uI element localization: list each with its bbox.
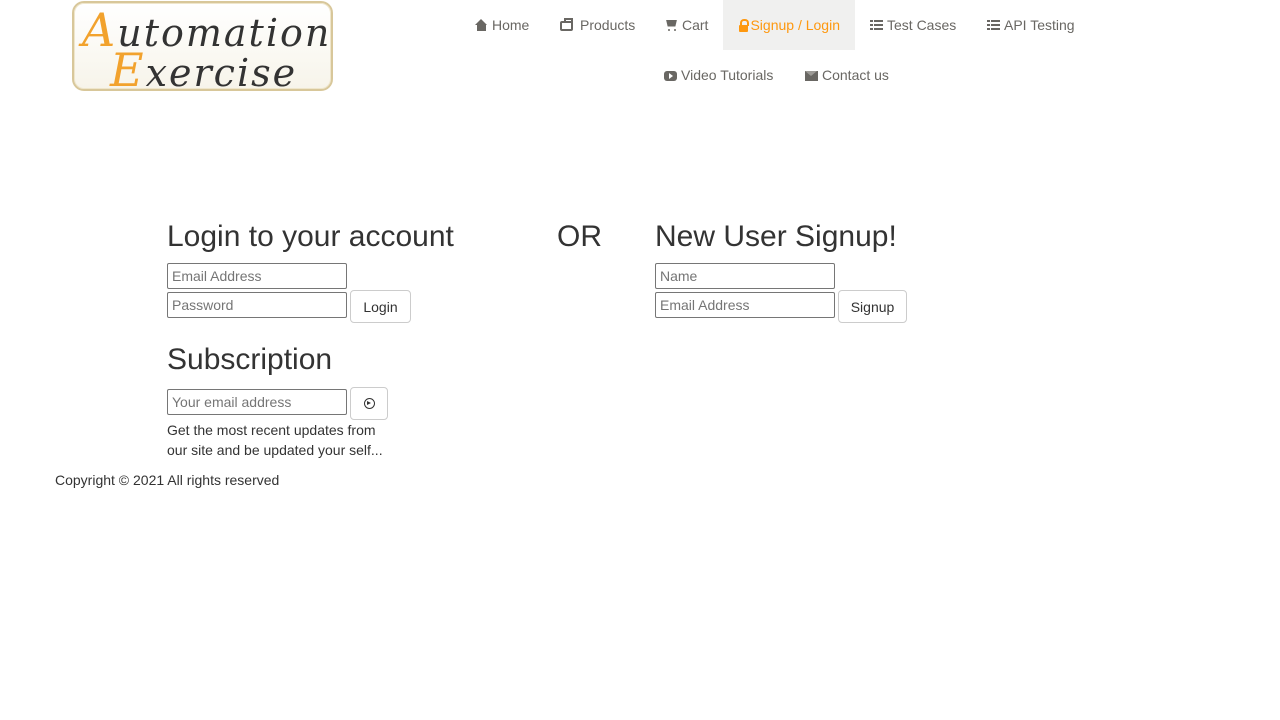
footer-copyright: Copyright © 2021 All rights reserved (55, 472, 280, 488)
login-password-input[interactable] (167, 292, 347, 318)
nav-products[interactable]: Products (545, 0, 650, 50)
signup-name-input[interactable] (655, 263, 835, 289)
signup-title: New User Signup! (655, 220, 897, 253)
nav-cart[interactable]: Cart (650, 0, 723, 50)
login-email-input[interactable] (167, 263, 347, 289)
signup-email-input[interactable] (655, 292, 835, 318)
site-logo[interactable]: Automation Exercise (72, 1, 333, 97)
home-icon (475, 18, 488, 32)
list-icon (987, 19, 1000, 32)
or-divider: OR (557, 220, 602, 253)
arrow-circle-right-icon (363, 398, 375, 409)
subscription-title: Subscription (167, 343, 333, 376)
youtube-icon (664, 71, 677, 81)
subscribe-email-input[interactable] (167, 389, 347, 415)
subscription-description-line-2: our site and be updated your self... (167, 442, 383, 458)
logo-line-exercise: Exercise (110, 43, 298, 97)
signup-button[interactable]: Signup (838, 290, 907, 323)
briefcase-icon (560, 18, 573, 31)
envelope-icon (805, 71, 818, 81)
subscription-description-line-1: Get the most recent updates from (167, 422, 376, 438)
nav-api-testing[interactable]: API Testing (972, 0, 1090, 50)
nav-contact-us[interactable]: Contact us (790, 50, 904, 100)
nav-signup-login[interactable]: Signup / Login (723, 0, 855, 50)
nav-home[interactable]: Home (460, 0, 544, 50)
login-button[interactable]: Login (350, 290, 411, 323)
lock-icon (738, 18, 750, 32)
cart-icon (665, 19, 678, 32)
list-icon (870, 19, 883, 32)
nav-video-tutorials[interactable]: Video Tutorials (649, 50, 788, 100)
login-title: Login to your account (167, 220, 454, 253)
nav-test-cases[interactable]: Test Cases (855, 0, 971, 50)
subscribe-button[interactable] (350, 387, 388, 420)
